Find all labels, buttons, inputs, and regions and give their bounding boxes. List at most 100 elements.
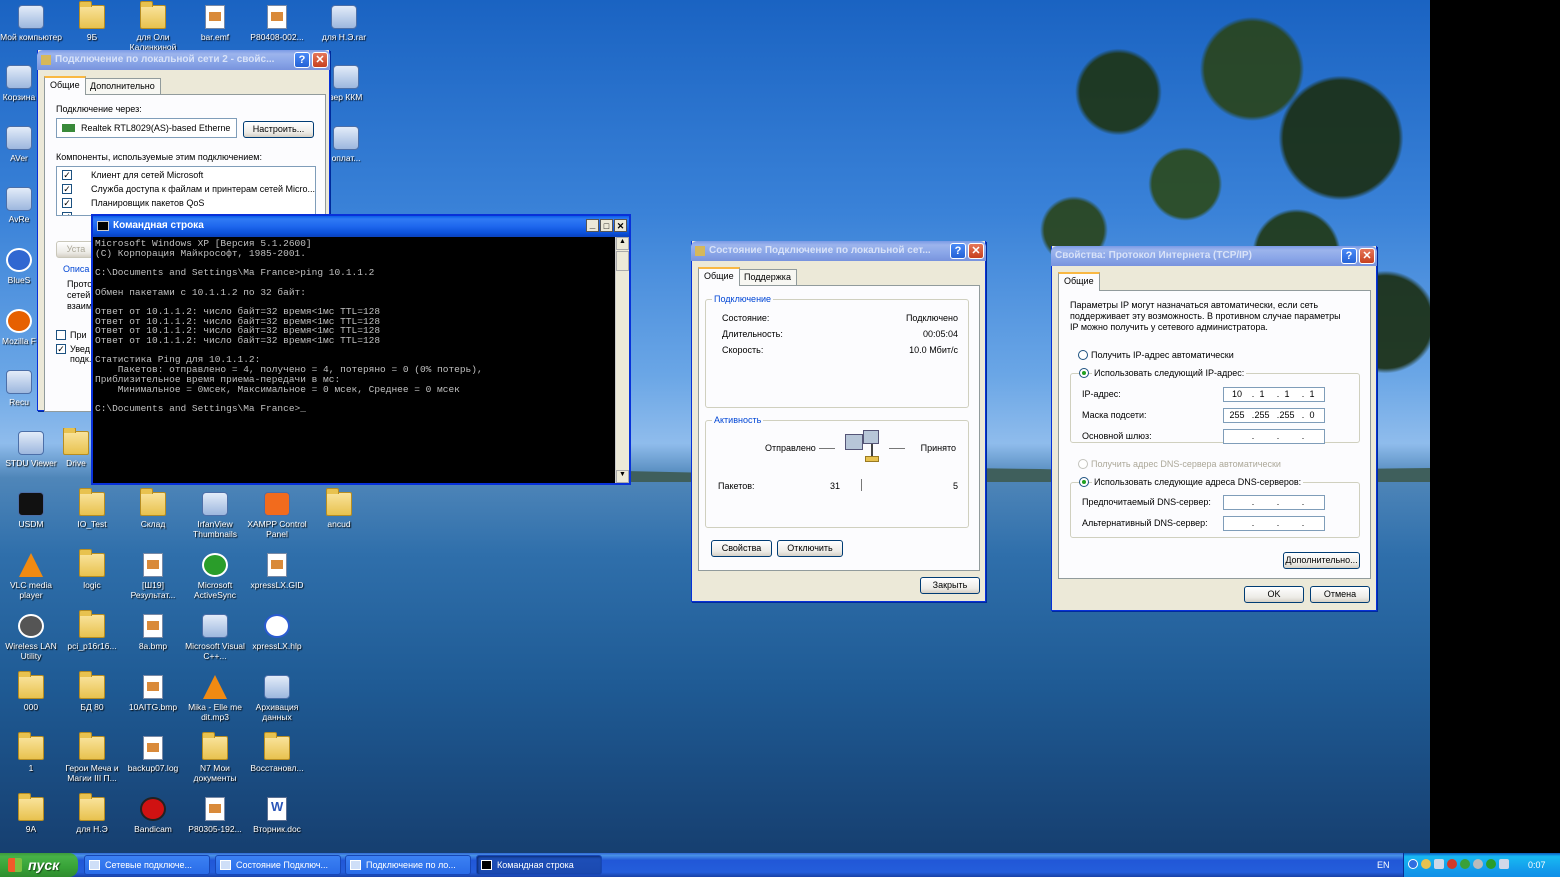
preferred-dns-field[interactable]: ... xyxy=(1223,495,1325,510)
maximize-button[interactable]: □ xyxy=(600,219,613,232)
component-checkbox[interactable]: ✓ xyxy=(62,212,72,215)
desktop-icon-bandicam[interactable]: Bandicam xyxy=(122,794,184,852)
close-button[interactable]: ✕ xyxy=(614,219,627,232)
auto-ip-radio[interactable] xyxy=(1078,350,1088,360)
lan-properties-titlebar[interactable]: Подключение по локальной сети 2 - свойс.… xyxy=(37,50,330,70)
components-list[interactable]: ✓ Клиент для сетей Microsoft ✓ Служба дост… xyxy=(56,166,316,216)
status-tray-icon[interactable] xyxy=(1486,859,1496,869)
subnet-mask-field[interactable]: 255. 255. 255. 0 xyxy=(1223,408,1325,423)
desktop-icon-app[interactable]: AVer xyxy=(0,123,38,181)
desktop-icon-folder[interactable]: 000 xyxy=(0,671,62,730)
desktop-icon-backup[interactable]: Архивация данных xyxy=(246,672,308,730)
task-network-connections[interactable]: Сетевые подключе... xyxy=(84,855,210,875)
scroll-thumb[interactable] xyxy=(616,251,629,271)
show-icon-checkbox[interactable] xyxy=(56,330,66,340)
component-checkbox[interactable]: ✓ xyxy=(62,198,72,208)
desktop-icon-app[interactable]: Recu xyxy=(0,367,38,425)
desktop-icon-folder[interactable]: pci_p16r16... xyxy=(61,610,123,669)
tab-advanced[interactable]: Дополнительно xyxy=(84,78,161,94)
sync-tray-icon[interactable] xyxy=(1460,859,1470,869)
desktop-icon-mp3[interactable]: Mika - Elle me dit.mp3 xyxy=(184,672,246,730)
desktop-icon-irfanview[interactable]: IrfanView Thumbnails xyxy=(184,489,246,547)
desktop-icon-stdu[interactable]: STDU Viewer xyxy=(0,428,62,486)
advanced-button[interactable]: Дополнительно... xyxy=(1283,552,1360,569)
auto-dns-radio[interactable] xyxy=(1078,459,1088,469)
install-button[interactable]: Уста xyxy=(56,241,96,258)
notify-checkbox[interactable]: ✓ xyxy=(56,344,66,354)
close-button[interactable]: ✕ xyxy=(1359,248,1375,264)
desktop-icon-bmp[interactable]: 10AITG.bmp xyxy=(122,672,184,730)
cmd-titlebar[interactable]: Командная строка _ □ ✕ xyxy=(93,216,629,236)
close-button[interactable]: ✕ xyxy=(968,243,984,259)
tcpip-titlebar[interactable]: Свойства: Протокол Интернета (TCP/IP) ? … xyxy=(1051,246,1377,266)
desktop-icon-xampp[interactable]: XAMPP Control Panel xyxy=(246,489,308,547)
desktop-icon-bmp[interactable]: 8a.bmp xyxy=(122,611,184,669)
task-command-prompt[interactable]: Командная строка xyxy=(476,855,602,875)
antivirus-tray-icon[interactable] xyxy=(1447,859,1457,869)
tab-general[interactable]: Общие xyxy=(698,267,740,286)
manual-ip-radio[interactable] xyxy=(1079,368,1089,378)
desktop-icon-folder[interactable]: ancud xyxy=(308,488,370,547)
ok-button[interactable]: OK xyxy=(1244,586,1304,603)
ip-address-field[interactable]: 10. 1. 1. 1 xyxy=(1223,387,1325,402)
desktop-icon-visual-cpp[interactable]: Microsoft Visual C++... xyxy=(184,611,246,669)
gateway-field[interactable]: ... xyxy=(1223,429,1325,444)
desktop-icon-folder[interactable]: Склад xyxy=(122,488,184,547)
volume-tray-icon[interactable] xyxy=(1473,859,1483,869)
status-titlebar[interactable]: Состояние Подключение по локальной сет..… xyxy=(691,241,986,261)
task-lan-properties[interactable]: Подключение по ло... xyxy=(345,855,471,875)
start-button[interactable]: пуск xyxy=(0,853,78,877)
clock[interactable]: 0:07 xyxy=(1528,853,1546,877)
network-tray-icon[interactable] xyxy=(1434,859,1444,869)
desktop-icon-folder[interactable]: Drive xyxy=(61,428,91,486)
desktop-icon-activesync[interactable]: Microsoft ActiveSync xyxy=(184,550,246,608)
desktop-icon-file[interactable]: P80305-192... xyxy=(184,794,246,852)
help-button[interactable]: ? xyxy=(294,52,310,68)
desktop-icon-file[interactable]: [Ш19] Результат... xyxy=(122,550,184,608)
console-output[interactable]: Microsoft Windows XP [Версия 5.1.2600] (С… xyxy=(93,237,615,483)
desktop-icon-folder[interactable]: БД 80 xyxy=(61,671,123,730)
desktop-icon-help[interactable]: xpressLX.hlp xyxy=(246,611,308,669)
component-checkbox[interactable]: ✓ xyxy=(62,184,72,194)
bluetooth-tray-icon[interactable] xyxy=(1408,859,1418,869)
tab-general[interactable]: Общие xyxy=(1058,272,1100,291)
desktop-icon-folder[interactable]: Герои Меча и Магии III П... xyxy=(61,732,123,791)
desktop-icon-bluetooth[interactable]: BlueS xyxy=(0,245,38,303)
desktop-icon-folder[interactable]: logic xyxy=(61,549,123,608)
desktop-icon-folder[interactable]: IO_Test xyxy=(61,488,123,547)
desktop-icon-shortcut-folder[interactable]: N7 Мои документы xyxy=(184,732,246,791)
help-button[interactable]: ? xyxy=(1341,248,1357,264)
disable-button[interactable]: Отключить xyxy=(777,540,843,557)
console-scrollbar[interactable]: ▲ ▼ xyxy=(615,237,629,483)
alternate-dns-field[interactable]: ... xyxy=(1223,516,1325,531)
shield-tray-icon[interactable] xyxy=(1421,859,1431,869)
scroll-down-arrow[interactable]: ▼ xyxy=(616,470,629,483)
desktop-icon-log[interactable]: backup07.log xyxy=(122,733,184,791)
desktop-icon-usdm[interactable]: USDM xyxy=(0,489,62,547)
close-dialog-button[interactable]: Закрыть xyxy=(920,577,980,594)
tab-support[interactable]: Поддержка xyxy=(738,269,797,285)
properties-button[interactable]: Свойства xyxy=(711,540,772,557)
close-button[interactable]: ✕ xyxy=(312,52,328,68)
desktop-icon-recycle-bin[interactable]: Корзина xyxy=(0,62,38,120)
cancel-button[interactable]: Отмена xyxy=(1310,586,1370,603)
minimize-button[interactable]: _ xyxy=(586,219,599,232)
desktop-icon-wireless[interactable]: Wireless LAN Utility xyxy=(0,611,62,669)
desktop-icon-folder[interactable]: для Н.Э xyxy=(61,793,123,852)
desktop-icon-app[interactable]: AvRe xyxy=(0,184,38,242)
tab-general[interactable]: Общие xyxy=(44,76,86,95)
monitor-tray-icon[interactable] xyxy=(1499,859,1509,869)
desktop-icon-folder[interactable]: 9А xyxy=(0,793,62,852)
desktop-icon-firefox[interactable]: Mozilla F xyxy=(0,306,38,364)
desktop-icon-folder[interactable]: 1 xyxy=(0,732,62,791)
desktop-icon-doc[interactable]: Вторник.doc xyxy=(246,794,308,852)
desktop-icon-file[interactable]: xpressLX.GID xyxy=(246,550,308,608)
configure-button[interactable]: Настроить... xyxy=(243,121,314,138)
language-indicator[interactable]: EN xyxy=(1377,853,1390,877)
component-checkbox[interactable]: ✓ xyxy=(62,170,72,180)
task-connection-status[interactable]: Состояние Подключ... xyxy=(215,855,341,875)
desktop-icon-shortcut-folder[interactable]: Восстановл... xyxy=(246,732,308,791)
help-button[interactable]: ? xyxy=(950,243,966,259)
scroll-up-arrow[interactable]: ▲ xyxy=(616,237,629,250)
desktop-icon-vlc[interactable]: VLC media player xyxy=(0,550,62,608)
